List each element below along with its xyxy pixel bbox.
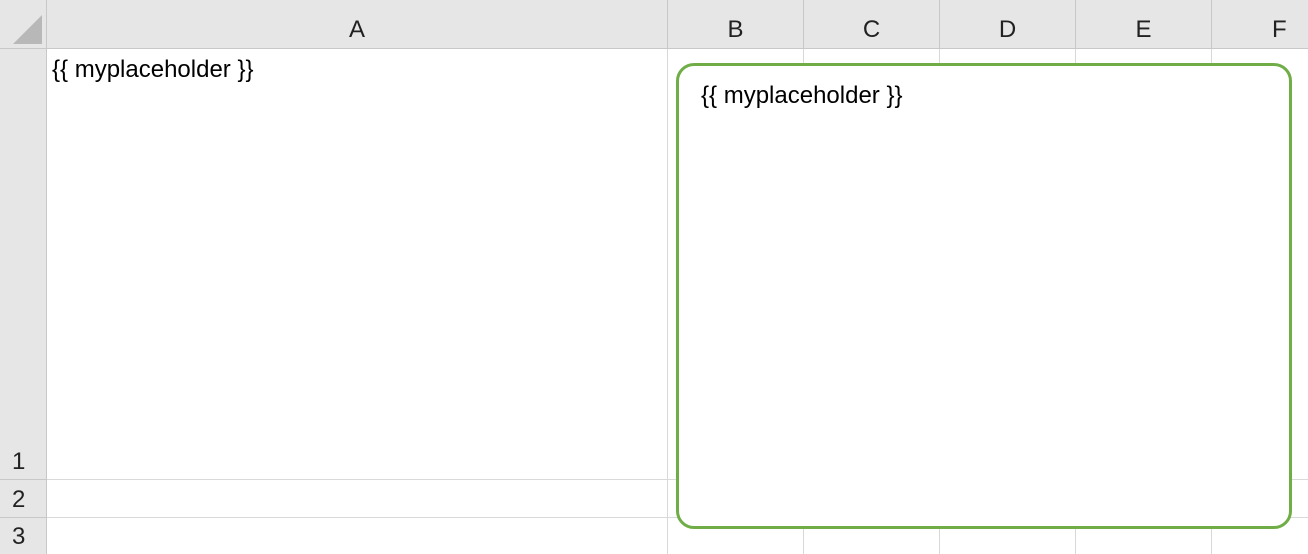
- column-header-e[interactable]: E: [1076, 0, 1212, 49]
- text-box-shape[interactable]: {{ myplaceholder }}: [676, 63, 1292, 529]
- column-header-a[interactable]: A: [47, 0, 668, 49]
- row-header-1[interactable]: 1: [0, 49, 47, 480]
- row-header-label: 3: [12, 523, 26, 550]
- row-header-label: 2: [12, 486, 26, 513]
- select-all-corner[interactable]: [0, 0, 47, 49]
- column-header-d[interactable]: D: [940, 0, 1076, 49]
- column-header-f[interactable]: F: [1212, 0, 1308, 49]
- select-all-triangle-icon: [13, 15, 42, 44]
- column-header-label: A: [348, 16, 365, 43]
- column-header-label: C: [862, 16, 881, 43]
- column-header-label: D: [998, 16, 1017, 43]
- row-header-3[interactable]: 3: [0, 518, 47, 554]
- spreadsheet-grid: A B C D E F 1 2 3 {{ myplaceholder }} {{…: [0, 0, 1308, 554]
- column-header-label: B: [727, 16, 744, 43]
- column-header-c[interactable]: C: [804, 0, 940, 49]
- row-header-2[interactable]: 2: [0, 480, 47, 518]
- cell-a1[interactable]: {{ myplaceholder }}: [52, 56, 253, 84]
- row-header-label: 1: [12, 448, 26, 475]
- column-header-b[interactable]: B: [668, 0, 804, 49]
- column-header-label: E: [1135, 16, 1152, 43]
- column-header-label: F: [1272, 16, 1287, 43]
- text-box-content[interactable]: {{ myplaceholder }}: [701, 82, 902, 110]
